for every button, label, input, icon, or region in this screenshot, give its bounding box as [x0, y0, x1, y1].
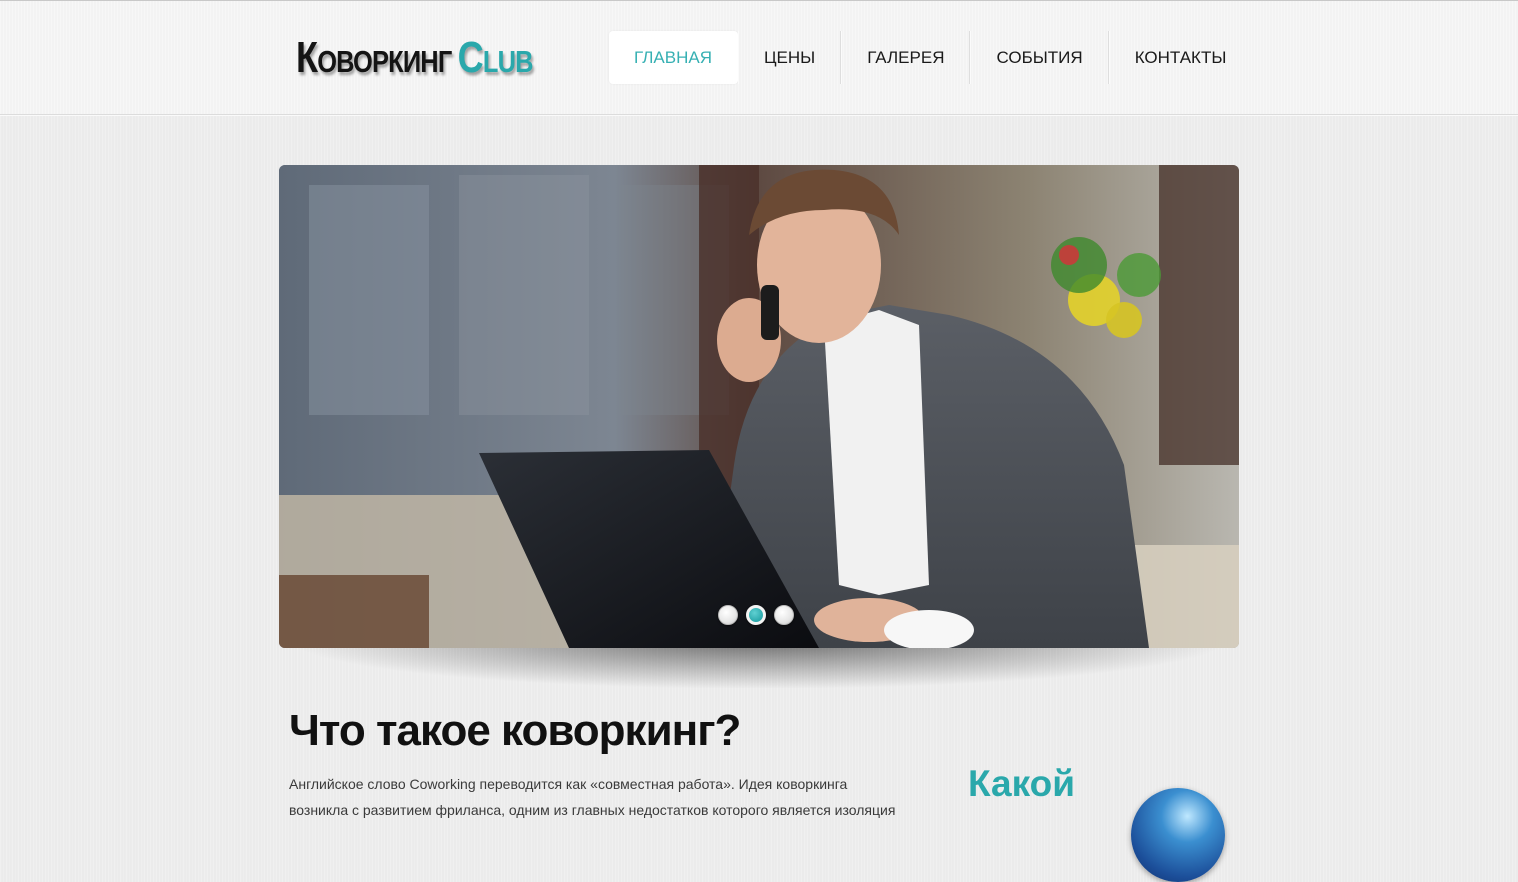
- logo-word-2: CLUB: [457, 33, 534, 82]
- nav-item-prices[interactable]: ЦЕНЫ: [737, 31, 842, 84]
- slider-image: [279, 165, 1239, 648]
- section-text: Английское слово Coworking переводится к…: [289, 776, 896, 818]
- slider-dot-2[interactable]: [746, 605, 766, 625]
- nav-item-home[interactable]: ГЛАВНАЯ: [609, 31, 738, 84]
- nav-item-contacts[interactable]: КОНТАКТЫ: [1108, 31, 1252, 84]
- aside-title: Какой: [968, 763, 1075, 804]
- nav-item-gallery[interactable]: ГАЛЕРЕЯ: [841, 31, 971, 84]
- globe-icon: [1131, 788, 1225, 882]
- slider-dot-3[interactable]: [774, 605, 794, 625]
- logo-word-1: КОВОРКИНГ: [296, 33, 458, 82]
- section-title: Что такое коворкинг?: [289, 706, 741, 755]
- site-logo[interactable]: КОВОРКИНГ CLUB: [296, 33, 534, 87]
- main-nav: ГЛАВНАЯ ЦЕНЫ ГАЛЕРЕЯ СОБЫТИЯ КОНТАКТЫ: [609, 31, 1251, 84]
- hero-slider: [279, 165, 1239, 648]
- site-header: КОВОРКИНГ CLUB ГЛАВНАЯ ЦЕНЫ ГАЛЕРЕЯ СОБЫ…: [0, 1, 1518, 115]
- nav-item-events[interactable]: СОБЫТИЯ: [970, 31, 1109, 84]
- slider-dot-1[interactable]: [718, 605, 738, 625]
- slider-dots: [718, 605, 794, 625]
